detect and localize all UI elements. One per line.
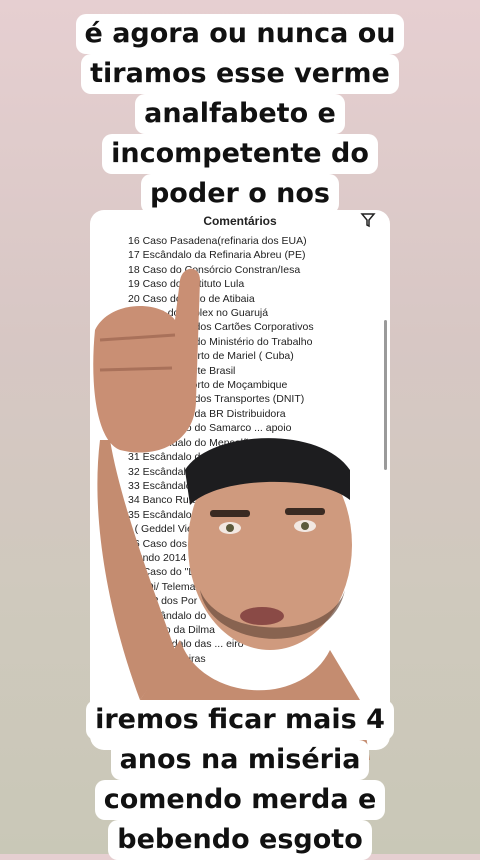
comment-text-list: 16 Caso Pasadena(refinaria dos EUA) 17 E… [128, 234, 373, 666]
list-item: 31 Escândalo da [128, 451, 207, 464]
filter-icon[interactable] [360, 212, 376, 233]
list-item: 38 MP dos Por [128, 595, 198, 608]
bottom-caption-line: anos na miséria [110, 740, 370, 780]
list-item: 25 Caso da Sete Brasil [128, 364, 236, 377]
list-item: 22 Escândalo dos Cartões Corporativos [128, 321, 314, 334]
top-caption-line: incompetente do [102, 134, 378, 174]
list-item: 40 Escândalo das ... eiro [128, 638, 244, 651]
list-item: 36 Caso dos Mundo 2014 [128, 537, 249, 550]
bottom-caption-line: bebendo esgoto [108, 820, 372, 860]
scrollbar[interactable] [384, 320, 387, 470]
list-item: 32 Escândalo d [128, 465, 201, 478]
list-item: 39 Escândalo do [128, 609, 207, 622]
list-item: 35 Escândalo [128, 508, 192, 521]
list-item: 18 Caso do Consórcio Constran/Iesa [128, 263, 301, 276]
list-item: 29 Escândalo do Samarco ... apoio [128, 422, 292, 435]
list-item: 34 Banco Rural [128, 494, 201, 507]
list-item: 16 Caso Pasadena(refinaria dos EUA) [128, 235, 307, 247]
list-item: 19 Caso do Instituto Lula [128, 278, 245, 291]
list-item: Mundo 2014 [128, 551, 187, 564]
top-caption-line: tiramos esse verme [81, 54, 399, 94]
list-item: 33 Escândalo do Banco Rural [128, 479, 267, 492]
top-caption-line: analfabeto e [135, 94, 345, 134]
top-caption-line: é agora ou nunca ou [75, 14, 405, 54]
list-item: 28 Escândalo da BR Distribuidora [128, 407, 286, 420]
list-item: " ( Geddel Vie [128, 523, 193, 536]
bottom-caption-line: comendo merda e [94, 780, 386, 820]
list-item: 30 Escândalo do Mensalão [128, 436, 255, 449]
comments-title: Comentários [203, 214, 277, 228]
top-caption: é agora ou nunca ou tiramos esse verme a… [0, 14, 480, 214]
bottom-caption-line: iremos ficar mais 4 [86, 700, 394, 740]
list-item: 26 Caso do Porto de Moçambique [128, 379, 288, 392]
list-item: 20 Caso do Sítio de Atibaia [128, 292, 255, 305]
list-item: e a Oi/ Telemar [128, 580, 200, 593]
list-item: 24 Caso do Porto de Mariel ( Cuba) [128, 350, 294, 363]
list-item: 21 caso do Triplex no Guarujá [128, 307, 269, 320]
list-item: reeleição da Dilma [128, 623, 215, 636]
list-item: 17 Escândalo da Refinaria Abreu (PE) [128, 249, 306, 262]
list-item: 23 Escândalo do Ministério do Trabalho [128, 335, 313, 348]
list-item: das empreiteiras [128, 652, 206, 665]
list-item: 37 Caso do "L [128, 566, 195, 579]
bottom-caption: iremos ficar mais 4 anos na miséria come… [0, 700, 480, 860]
top-caption-line: poder o nos [140, 174, 340, 214]
comments-sheet[interactable]: Comentários 16 Caso Pasadena(refinaria d… [90, 210, 390, 750]
list-item: 27 Escândalo dos Transportes (DNIT) [128, 393, 305, 406]
